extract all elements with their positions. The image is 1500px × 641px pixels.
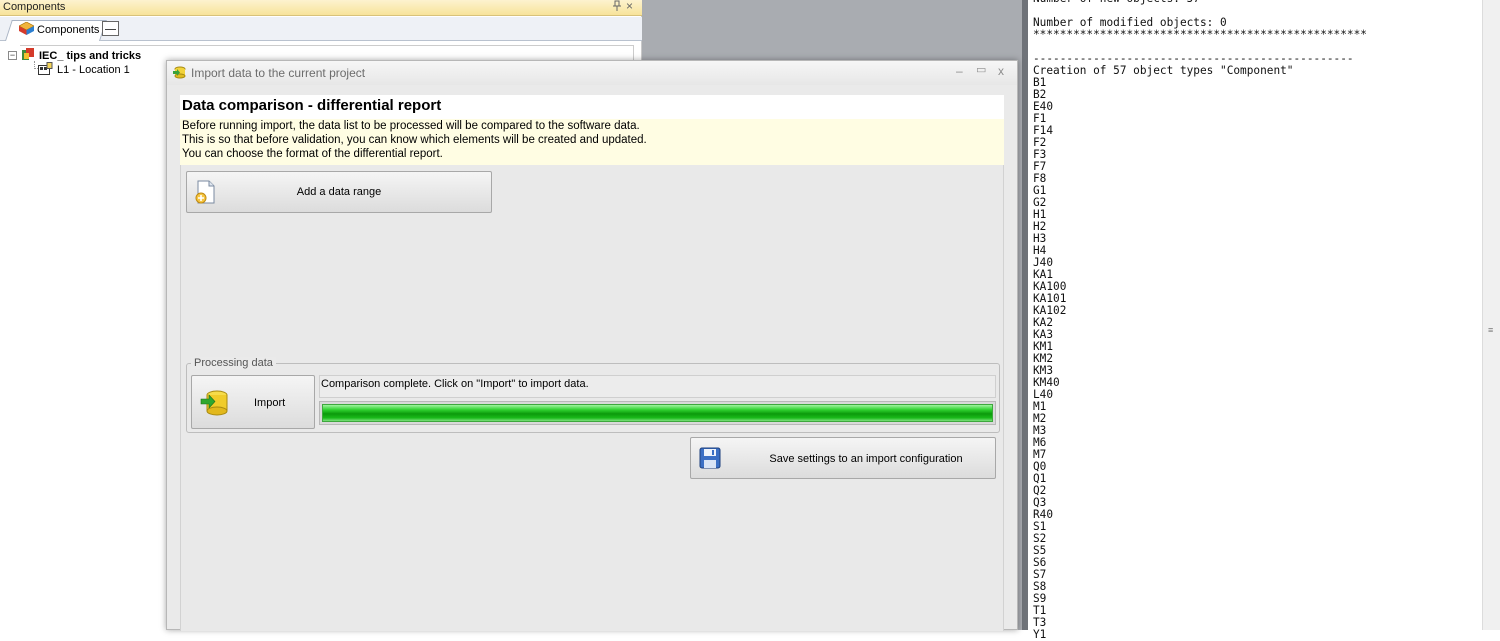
status-box: Comparison complete. Click on "Import" t… [319,375,996,398]
differential-report-panel: Number of new objects: 57 Number of modi… [1022,0,1500,641]
tab-components[interactable]: Components [18,21,100,38]
progress-bar [319,401,996,425]
panel-tabstrip: Components [0,17,642,41]
import-button[interactable]: Import [191,375,315,429]
import-icon [172,65,186,82]
panel-title: Components [3,1,66,13]
floppy-disk-icon [699,447,721,472]
page-title: Data comparison - differential report [182,97,442,114]
database-import-icon [200,388,230,421]
tree-item-label: IEC_ tips and tricks [39,49,142,62]
minimize-button[interactable]: – [956,64,963,78]
status-text: Comparison complete. Click on "Import" t… [321,378,589,390]
project-icon [21,47,35,64]
header-description-line: This is so that before validation, you c… [182,134,647,146]
import-dialog: Import data to the current project – ▭ x… [166,60,1018,631]
components-icon [18,21,35,38]
close-button[interactable]: x [998,64,1004,78]
tab-components-label: Components [37,24,100,36]
header-description-line: You can choose the format of the differe… [182,148,443,160]
add-data-range-label: Add a data range [296,186,382,198]
header-description-line: Before running import, the data list to … [182,120,640,132]
scroll-grip-icon[interactable]: ≡ [1488,325,1493,335]
dialog-titlebar[interactable]: Import data to the current project – ▭ x [167,61,1017,85]
dialog-header: Data comparison - differential report Be… [180,95,1004,165]
dialog-title: Import data to the current project [191,66,366,80]
save-import-configuration-label: Save settings to an import configuration [769,453,963,465]
import-label: Import [254,397,286,409]
tree-item-location[interactable]: L1 - Location 1 [38,62,130,78]
layout-tab-icon[interactable] [102,21,119,36]
save-import-configuration-button[interactable]: Save settings to an import configuration [690,437,996,479]
add-data-range-button[interactable]: Add a data range [186,171,492,213]
report-text: Number of new objects: 57 Number of modi… [1033,0,1367,641]
collapse-icon[interactable]: − [8,51,17,60]
processing-data-legend: Processing data [191,357,276,369]
report-scrollbar[interactable]: ≡ [1482,0,1500,630]
tree-item-label: L1 - Location 1 [57,64,130,76]
progress-fill [322,404,993,422]
header-title-band: Data comparison - differential report [180,95,1004,119]
maximize-button[interactable]: ▭ [976,63,986,76]
panel-titlebar: Components × [0,0,642,16]
pin-icon[interactable] [612,0,622,15]
panel-close-button[interactable]: × [626,0,633,13]
location-icon [38,62,53,78]
